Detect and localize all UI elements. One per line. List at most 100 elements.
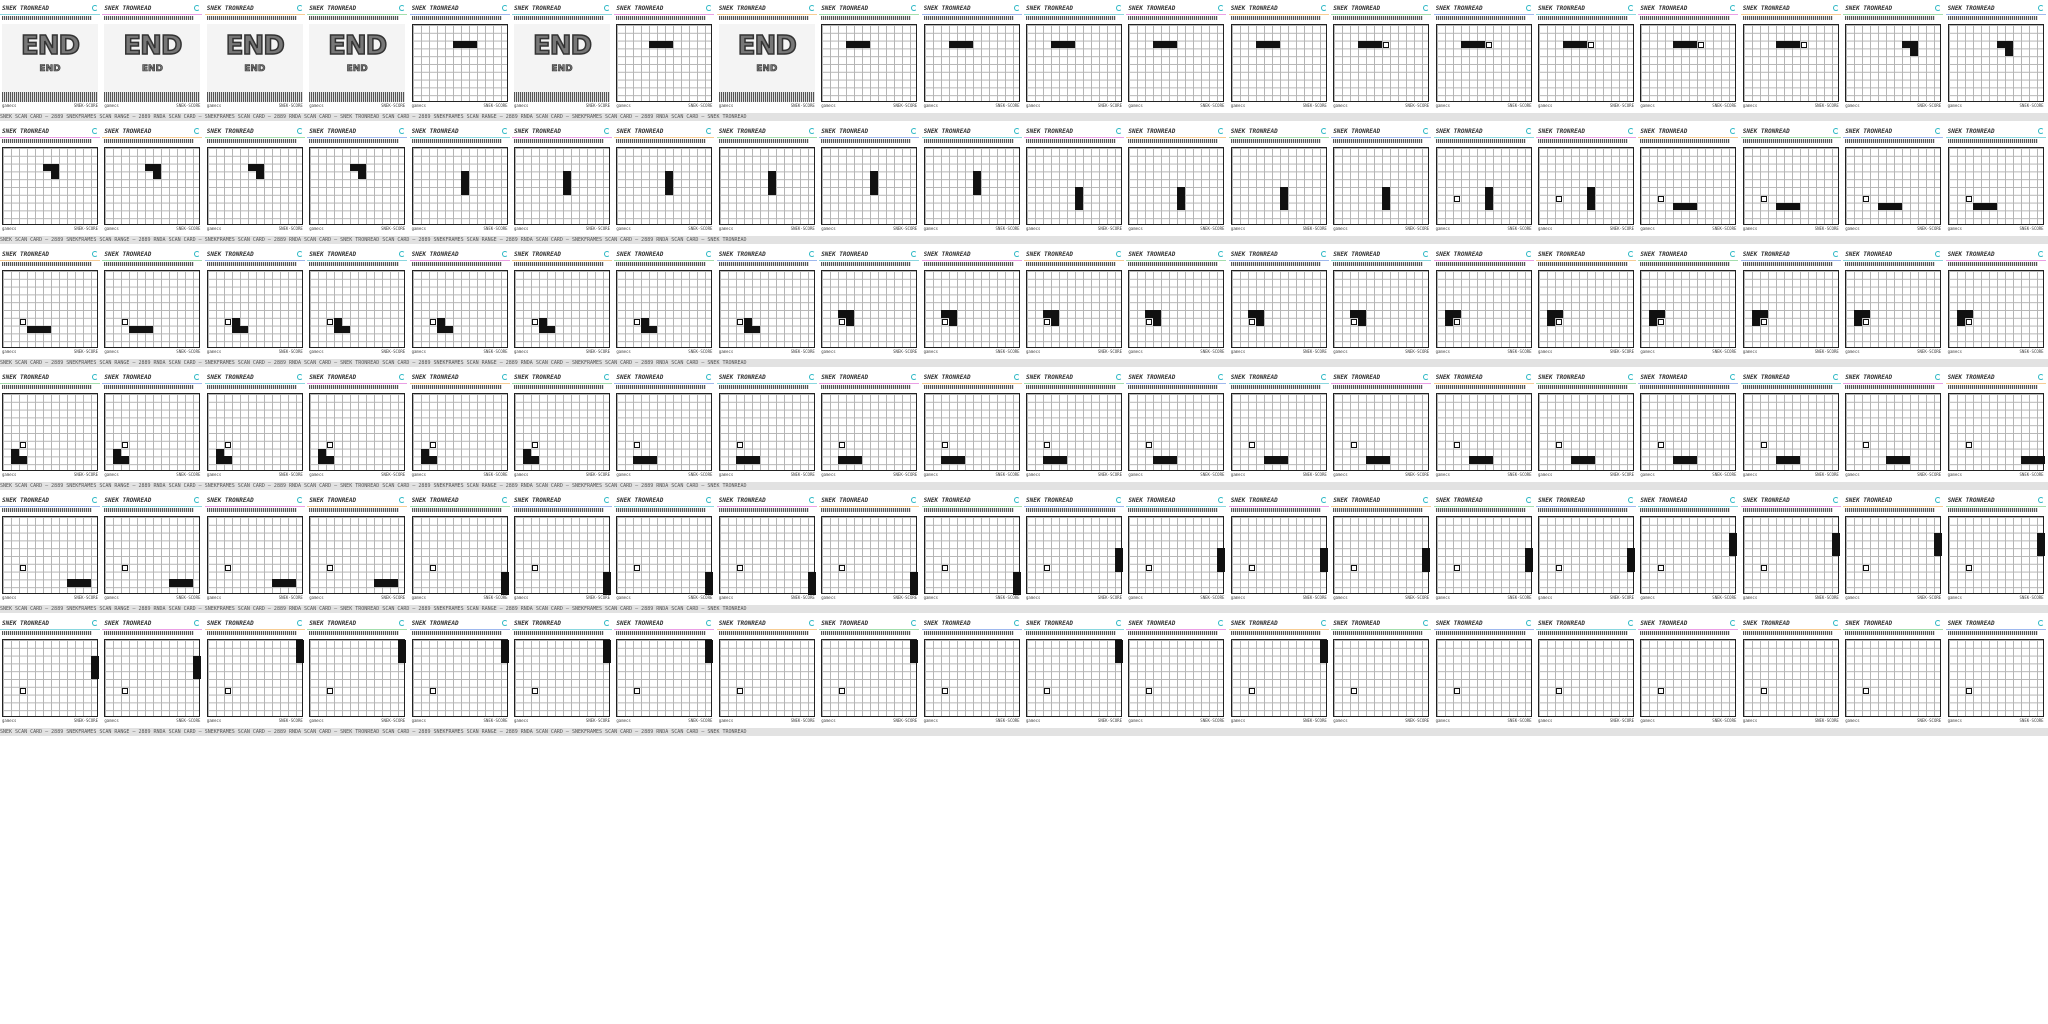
footer-right: SNEK-SCORE: [1712, 472, 1737, 477]
banner-title: END: [123, 31, 184, 61]
snake-segment: [1649, 310, 1658, 318]
game-grid: [206, 147, 303, 225]
game-frame: SNEK TRONREAD gamecs SNEK-SCORE: [0, 371, 100, 479]
footer-left: gamecs: [1947, 595, 1963, 600]
footer-left: gamecs: [1435, 718, 1451, 723]
footer-right: SNEK-SCORE: [1405, 226, 1430, 231]
progress-bar: [1538, 631, 1628, 635]
frame-title: SNEK TRONREAD: [1026, 127, 1122, 136]
game-frame: SNEK TRONREAD gamecs SNEK-SCORE: [307, 617, 408, 725]
accent-line: [409, 260, 510, 261]
snake-segment: [1587, 187, 1595, 195]
snake-segment: [523, 448, 531, 457]
accent-line: [1228, 506, 1329, 507]
game-grid: [616, 393, 713, 471]
accent-line: [1740, 506, 1841, 507]
accent-line: [1228, 260, 1329, 261]
frame-footer: gamecs SNEK-SCORE: [1026, 718, 1122, 724]
game-grid: [411, 147, 508, 225]
footer-left: gamecs: [1128, 349, 1143, 354]
footer-left: gamecs: [2, 595, 17, 600]
game-grid: [1435, 393, 1532, 471]
game-frame: SNEK TRONREAD gamecs SNEK-SCORE: [819, 125, 920, 233]
frame-row: SNEK TRONREAD gamecs SNEK-SCORE SNEK TRONRE…: [0, 617, 2048, 740]
accent-line: [1740, 260, 1841, 261]
progress-bar: [1947, 139, 2038, 143]
accent-line: [1126, 506, 1227, 507]
snake-segment: [51, 171, 59, 180]
game-grid: [1640, 639, 1737, 717]
footer-left: gamecs: [616, 595, 631, 600]
food-pellet: [941, 318, 948, 325]
game-frame: SNEK TRONREAD gamecs SNEK-SCORE: [307, 125, 408, 233]
frame-footer: gamecs SNEK-SCORE: [1743, 718, 1839, 724]
refresh-icon: [1116, 5, 1122, 11]
frame-title: SNEK TRONREAD: [104, 4, 201, 13]
footer-right: SNEK-SCORE: [2019, 472, 2044, 477]
accent-line: [1228, 383, 1329, 384]
accent-line: [307, 383, 408, 384]
game-grid: [616, 24, 713, 102]
refresh-icon: [194, 5, 201, 11]
game-grid: [1435, 24, 1532, 102]
game-grid: [1230, 24, 1327, 102]
footer-right: SNEK-SCORE: [1507, 718, 1532, 723]
food-pellet: [1965, 687, 1972, 694]
snake-segment: [398, 640, 407, 648]
refresh-icon: [706, 374, 713, 380]
frame-title: SNEK TRONREAD: [924, 250, 1020, 259]
frame-title: SNEK TRONREAD: [821, 250, 918, 259]
refresh-icon: [1832, 5, 1839, 11]
snake-segment: [500, 647, 509, 656]
footer-right: SNEK-SCORE: [688, 226, 713, 231]
progress-bar: [1845, 385, 1936, 389]
food-pellet: [1248, 687, 1255, 694]
game-grid: [1742, 24, 1839, 102]
accent-line: [0, 137, 100, 138]
snake-segment: [1759, 310, 1768, 318]
refresh-icon: [808, 497, 815, 503]
end-banner: END END: [718, 24, 815, 102]
snake-segment: [113, 456, 122, 465]
footer-left: gamecs: [1333, 226, 1348, 231]
frame-footer: gamecs SNEK-SCORE: [924, 226, 1020, 232]
snake-segment: [1051, 310, 1059, 318]
snake-segment: [1153, 317, 1162, 326]
game-frame: SNEK TRONREAD gamecs SNEK-SCORE: [512, 125, 612, 233]
frame-footer: gamecs SNEK-SCORE: [1333, 349, 1429, 355]
food-pellet: [839, 318, 846, 325]
accent-line: [409, 383, 510, 384]
snake-segment: [428, 456, 437, 465]
game-grid: [1947, 24, 2044, 102]
game-grid: [1128, 147, 1225, 225]
footer-left: gamecs: [616, 349, 631, 354]
food-pellet: [532, 318, 538, 325]
frame-title: SNEK TRONREAD: [719, 373, 815, 382]
game-frame: SNEK TRONREAD END END gamecs SNEK-SCORE: [716, 2, 817, 110]
frame-footer: gamecs SNEK-SCORE: [1743, 349, 1839, 355]
snake-segment: [1579, 40, 1587, 49]
snake-segment: [743, 317, 752, 326]
game-grid: [2, 516, 98, 594]
frame-title: SNEK TRONREAD: [1948, 4, 2044, 13]
snake-segment: [743, 325, 752, 334]
footer-right: SNEK-SCORE: [483, 226, 508, 231]
frame-title: SNEK TRONREAD: [514, 619, 610, 628]
footer-right: SNEK-SCORE: [1200, 472, 1225, 477]
progress-bar: [821, 508, 912, 512]
footer-left: gamecs: [1026, 595, 1041, 600]
footer-right: SNEK-SCORE: [1917, 226, 1942, 231]
frame-title: SNEK TRONREAD: [1026, 373, 1122, 382]
accent-line: [716, 260, 817, 261]
progress-bar: [309, 139, 400, 143]
accent-line: [614, 137, 715, 138]
frame-footer: gamecs SNEK-SCORE: [1026, 103, 1122, 109]
snake-segment: [295, 655, 304, 664]
game-grid: [1538, 24, 1634, 102]
progress-bar: [411, 385, 502, 389]
snake-segment: [2036, 532, 2045, 541]
game-frame: SNEK TRONREAD gamecs SNEK-SCORE: [1945, 2, 2046, 110]
snake-segment: [129, 325, 138, 334]
refresh-icon: [1628, 128, 1634, 134]
food-pellet: [1658, 687, 1665, 694]
